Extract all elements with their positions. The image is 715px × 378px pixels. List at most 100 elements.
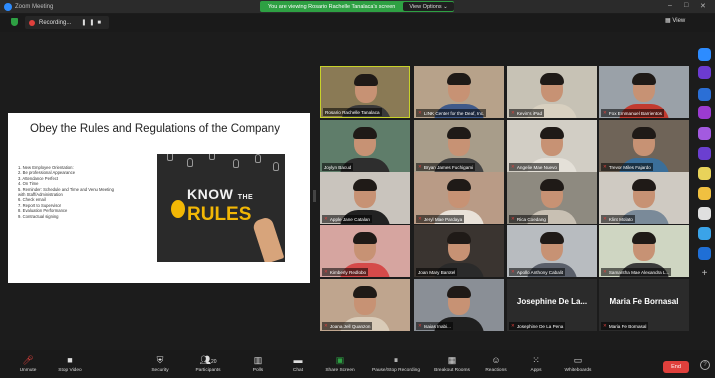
participants-button[interactable]: 👥︎20 Participants [188, 355, 228, 373]
participant-hair [447, 232, 471, 244]
close-window-button[interactable]: ✕ [700, 2, 706, 10]
help-icon[interactable]: ? [700, 360, 710, 370]
app-rail-icon[interactable] [698, 247, 711, 260]
participant-tile[interactable]: ✕ Kimberly Redlobo [320, 225, 410, 277]
participant-name-tag: ✕ Kevin's iPad [509, 109, 544, 117]
participant-tile[interactable]: ✕ Apollo Anthony Cabalit [507, 225, 597, 277]
app-rail-icon[interactable] [698, 48, 711, 61]
pause-recording-button[interactable]: ❚❚ [81, 19, 97, 26]
participant-tile[interactable]: ✕ Apple Jane Catalan [320, 172, 410, 224]
stop-video-button[interactable]: ■ Stop Video [50, 355, 90, 373]
participant-tile[interactable]: ✕ Kevin's iPad [507, 66, 597, 118]
muted-mic-icon: ✕ [418, 323, 422, 328]
participant-tile[interactable]: ✕ Isaias Inabi... [414, 279, 504, 331]
polls-button[interactable]: ▥ Polls [238, 355, 278, 373]
apps-button[interactable]: ⁙ Apps [516, 355, 556, 373]
participant-tile[interactable]: ✕ Jeryl Mae Pardaya [414, 172, 504, 224]
participant-hair [540, 232, 564, 244]
apps-label: Apps [530, 368, 542, 373]
security-shield-icon[interactable] [11, 18, 18, 26]
participant-tile[interactable]: Josephine De La... ✕ Josephine De La Pena [507, 279, 597, 331]
participant-hair [632, 127, 656, 139]
participant-hair [540, 73, 564, 85]
participant-tile[interactable]: Joan Mary Barotel [414, 225, 504, 277]
app-rail-icon[interactable] [698, 207, 711, 220]
share-screen-icon: ▣ [335, 355, 345, 365]
recording-dot-icon [29, 19, 35, 26]
participant-name-tag: ✕ Kimberly Redlobo [322, 268, 369, 276]
hanging-bulb-icon [209, 154, 215, 160]
muted-mic-icon: ✕ [511, 323, 515, 328]
the-word: THE [237, 194, 254, 201]
hanging-bulb-icon [167, 154, 173, 161]
app-rail-icon[interactable] [698, 147, 711, 160]
muted-mic-icon: ✕ [603, 216, 607, 221]
muted-mic-icon: 🎤︎ [22, 355, 34, 365]
app-rail-icon[interactable] [698, 88, 711, 101]
participant-name-tag: ✕ Bryan James Fuchigami [416, 163, 476, 171]
app-rail-icon[interactable] [698, 106, 711, 119]
participant-tile[interactable]: ✕ Joana Jell Quanzon [320, 279, 410, 331]
pause-stop-recording-button[interactable]: ⏸︎ Pause/Stop Recording [366, 355, 426, 373]
rules-word: RULES [187, 204, 252, 225]
end-meeting-button[interactable]: End [663, 361, 689, 373]
participant-name: Rica Coedang [516, 216, 546, 222]
chat-button[interactable]: ▬ Chat [278, 355, 318, 373]
view-options-label: View Options [409, 3, 442, 10]
participant-hair [447, 73, 471, 85]
breakout-rooms-icon: ▦ [447, 355, 457, 365]
view-options-button[interactable]: View Options ⌄ [403, 2, 454, 11]
stop-recording-button[interactable]: ■ [97, 20, 104, 26]
app-rail-icon[interactable] [698, 227, 711, 240]
participant-tile[interactable]: Joylyn Bacud [320, 120, 410, 172]
maximize-button[interactable]: □ [684, 2, 688, 9]
app-rail-icon[interactable] [698, 187, 711, 200]
participant-tile[interactable]: ✕ Bryan James Fuchigami [414, 120, 504, 172]
participant-name: Maria Fe Bornasal [608, 323, 647, 329]
apps-icon: ⁙ [532, 355, 540, 365]
participant-tile[interactable]: ✕ Klint Molato [599, 172, 689, 224]
participant-hair [632, 179, 656, 191]
participant-hair [353, 127, 377, 139]
participant-tile[interactable]: ✕ Angelie Mae Nuevo [507, 120, 597, 172]
add-app-icon[interactable]: + [698, 267, 711, 280]
participant-hair [447, 179, 471, 191]
app-rail-icon[interactable] [698, 127, 711, 140]
participant-display-name: Josephine De La... [516, 297, 588, 306]
reactions-label: Reactions [485, 368, 507, 373]
share-screen-button[interactable]: ▣ Share Screen [320, 355, 360, 373]
participant-tile[interactable]: Maria Fe Bornasal ✕ Maria Fe Bornasal [599, 279, 689, 331]
muted-mic-icon: ✕ [324, 323, 328, 328]
app-rail-icon[interactable] [698, 66, 711, 79]
security-button[interactable]: ⛨ Security [140, 355, 180, 373]
view-button[interactable]: ▦ View [665, 17, 685, 24]
participant-tile[interactable]: ✕ Rica Coedang [507, 172, 597, 224]
muted-mic-icon: ✕ [603, 269, 607, 274]
participant-tile[interactable]: ✕ Samantha Mae Alexandra L... [599, 225, 689, 277]
participant-tile[interactable]: ✕ LINK Center for the Deaf, Inc. [414, 66, 504, 118]
participant-name: Jeryl Mae Pardaya [423, 216, 463, 222]
minimize-button[interactable]: – [668, 2, 672, 9]
muted-mic-icon: ✕ [511, 164, 515, 169]
app-rail-icon[interactable] [698, 167, 711, 180]
participant-hair [632, 232, 656, 244]
whiteboards-button[interactable]: ▭ Whiteboards [556, 355, 600, 373]
reactions-button[interactable]: ☺︎ Reactions [476, 355, 516, 373]
hanging-bulb-icon [233, 159, 239, 168]
participant-tile[interactable]: Rosario Rachelle Tanalaca [320, 66, 410, 118]
hanging-bulb-icon [273, 162, 279, 171]
participant-hair [354, 74, 378, 86]
muted-mic-icon: ✕ [603, 110, 607, 115]
participant-hair [353, 179, 377, 191]
muted-mic-icon: ✕ [418, 164, 422, 169]
zoom-window: { "window": { "title": "Zoom Meeting", "… [0, 0, 715, 378]
muted-mic-icon: ✕ [324, 269, 328, 274]
breakout-rooms-button[interactable]: ▦ Breakout Rooms [428, 355, 476, 373]
split-view-handle[interactable] [313, 190, 316, 202]
participant-tile[interactable]: ✕ Fox Emmanuel Barrientos [599, 66, 689, 118]
participant-tile[interactable]: ✕ Trevor Miles Fajardo [599, 120, 689, 172]
unmute-button[interactable]: 🎤︎ Unmute [8, 355, 48, 373]
muted-mic-icon: ✕ [418, 216, 422, 221]
pause-record-icon: ⏸︎ [393, 355, 399, 365]
participant-name-tag: Joylyn Bacud [322, 163, 354, 171]
